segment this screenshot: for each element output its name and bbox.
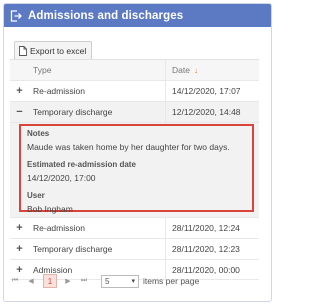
next-page-icon[interactable]: ▶ <box>63 277 73 285</box>
page-size-value: 5 <box>105 276 110 286</box>
column-header-type[interactable]: Type <box>29 65 165 75</box>
first-page-icon[interactable]: ⏮ <box>10 277 20 285</box>
row-date: 14/12/2020, 17:07 <box>165 81 259 101</box>
sign-out-icon <box>10 9 22 22</box>
row-date: 12/12/2020, 14:48 <box>165 102 259 122</box>
table-row: + Re-admission 14/12/2020, 17:07 <box>10 80 259 101</box>
export-button-label: Export to excel <box>30 45 87 56</box>
chevron-down-icon: ▾ <box>131 278 135 285</box>
file-icon <box>19 45 27 56</box>
notes-label: Notes <box>27 129 50 138</box>
notes-value: Maude was taken home by her daughter for… <box>27 142 230 152</box>
expand-row-button[interactable]: + <box>10 222 29 234</box>
card-title: Admissions and discharges <box>28 9 184 22</box>
collapse-row-button[interactable]: − <box>10 106 29 118</box>
user-label: User <box>27 191 45 200</box>
current-page-button[interactable]: 1 <box>43 274 57 288</box>
card-header: Admissions and discharges <box>4 4 271 27</box>
detail-highlight-box: Notes Maude was taken home by her daught… <box>19 124 254 214</box>
column-header-date[interactable]: Date ↓ <box>165 60 259 80</box>
page-size-label: items per page <box>143 276 200 286</box>
table-row: + Re-admission 28/11/2020, 12:24 <box>10 217 259 238</box>
table-row: + Temporary discharge 28/11/2020, 12:23 <box>10 238 259 259</box>
column-header-date-label: Date <box>172 65 190 75</box>
row-date: 28/11/2020, 12:23 <box>165 239 259 259</box>
pager: ⏮ ◀ 1 ▶ ⏭ 5 ▾ items per page <box>10 271 259 291</box>
page-size-select[interactable]: 5 ▾ <box>101 274 139 288</box>
admissions-table: Type Date ↓ + Re-admission 14/12/2020, 1… <box>10 59 259 280</box>
row-type: Re-admission <box>33 86 85 96</box>
table-row-expanded: − Temporary discharge 12/12/2020, 14:48 <box>10 101 259 122</box>
row-type: Temporary discharge <box>33 244 113 254</box>
expand-row-button[interactable]: + <box>10 85 29 97</box>
previous-page-icon[interactable]: ◀ <box>26 277 36 285</box>
last-page-icon[interactable]: ⏭ <box>79 277 89 285</box>
row-date: 28/11/2020, 12:24 <box>165 218 259 238</box>
table-header-row: Type Date ↓ <box>10 59 259 80</box>
readmission-date-label: Estimated re-admission date <box>27 160 136 169</box>
expand-row-button[interactable]: + <box>10 243 29 255</box>
export-to-excel-button[interactable]: Export to excel <box>14 41 93 60</box>
readmission-date-value: 14/12/2020, 17:00 <box>27 173 96 183</box>
row-type: Re-admission <box>33 223 85 233</box>
row-detail-panel: Notes Maude was taken home by her daught… <box>10 122 259 217</box>
user-value: Bob Ingham <box>27 204 73 214</box>
row-type: Temporary discharge <box>33 107 113 117</box>
sort-descending-icon: ↓ <box>193 65 198 75</box>
